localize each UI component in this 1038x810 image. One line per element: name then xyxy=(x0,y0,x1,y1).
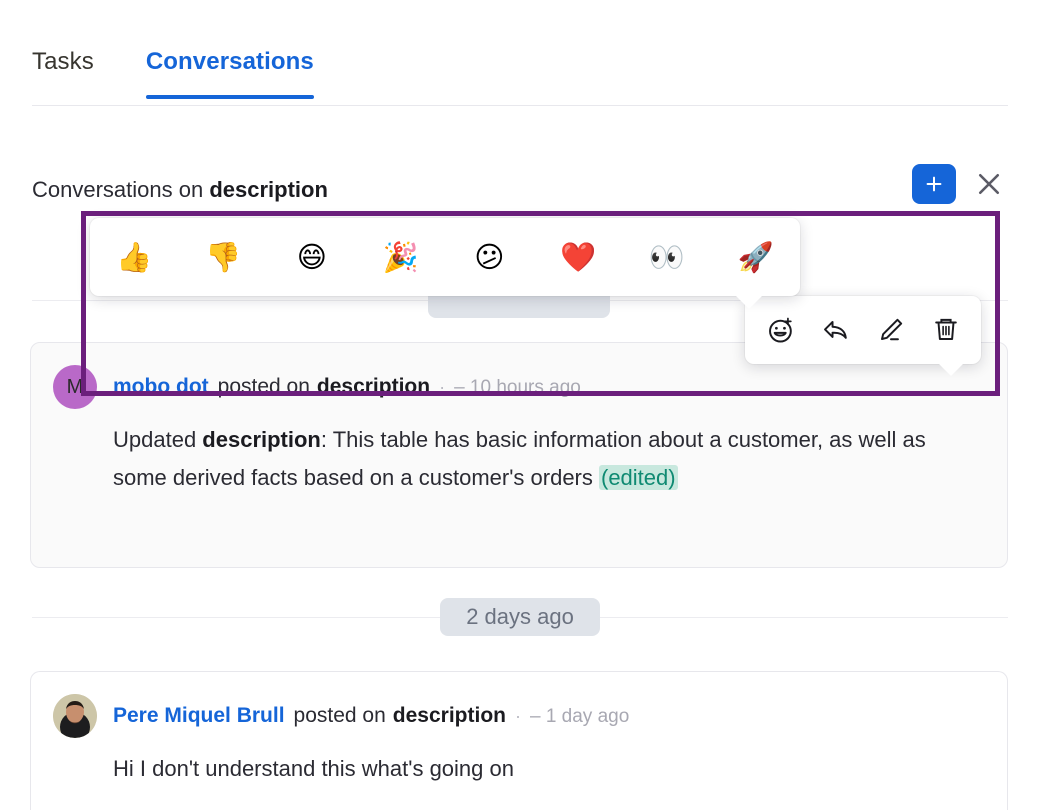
page-title: Conversations on description xyxy=(32,177,328,203)
header-actions xyxy=(912,164,1008,204)
message-timestamp: – 10 hours ago xyxy=(454,377,581,399)
meta-separator: · xyxy=(439,377,445,398)
user-photo-icon xyxy=(53,694,97,738)
message-author[interactable]: Pere Miquel Brull xyxy=(113,704,285,728)
rocket-emoji[interactable]: 🚀 xyxy=(711,218,800,296)
thumbs-down-emoji[interactable]: 👎 xyxy=(179,218,268,296)
message-target: description xyxy=(317,375,430,399)
message-header: Pere Miquel Brull posted on description … xyxy=(31,672,1007,738)
close-panel-button[interactable] xyxy=(970,165,1008,203)
avatar[interactable]: M xyxy=(53,365,97,409)
tab-conversations-label: Conversations xyxy=(146,48,314,75)
reply-icon xyxy=(821,315,851,345)
page-title-prefix: Conversations on xyxy=(32,177,209,202)
avatar[interactable] xyxy=(53,694,97,738)
delete-button[interactable] xyxy=(924,308,968,352)
confused-face-emoji[interactable]: 😕 xyxy=(445,218,534,296)
day-separator: 2 days ago xyxy=(32,598,1008,636)
party-popper-emoji[interactable]: 🎉 xyxy=(356,218,445,296)
edit-icon xyxy=(876,315,906,345)
plus-icon xyxy=(923,173,945,195)
message-body: Updated description: This table has basi… xyxy=(31,409,1007,497)
eyes-emoji[interactable]: 👀 xyxy=(623,218,712,296)
tab-conversations[interactable]: Conversations xyxy=(146,40,314,98)
conversations-panel: Tasks Conversations Conversations on des… xyxy=(0,0,1038,810)
avatar-initial: M xyxy=(67,376,84,399)
message-target: description xyxy=(393,704,506,728)
message-meta: Pere Miquel Brull posted on description … xyxy=(113,704,629,728)
panel-header: Conversations on description xyxy=(32,168,1008,212)
tab-tasks-label: Tasks xyxy=(32,48,94,75)
meta-separator: · xyxy=(515,706,521,727)
message-timestamp: – 1 day ago xyxy=(530,706,629,728)
thumbs-up-emoji[interactable]: 👍 xyxy=(90,218,179,296)
add-reaction-icon xyxy=(766,315,796,345)
message-action-toolbar xyxy=(745,296,981,364)
reply-button[interactable] xyxy=(814,308,858,352)
red-heart-emoji[interactable]: ❤️ xyxy=(534,218,623,296)
delete-icon xyxy=(931,315,961,345)
body-bold: description xyxy=(202,427,321,452)
emoji-picker: 👍 👎 😄 🎉 😕 ❤️ 👀 🚀 xyxy=(90,218,800,296)
message-card: M mobo dot posted on description · – 10 … xyxy=(30,342,1008,568)
message-author[interactable]: mobo dot xyxy=(113,375,209,399)
tab-tasks[interactable]: Tasks xyxy=(32,40,94,98)
edited-badge: (edited) xyxy=(599,465,678,490)
message-action: posted on xyxy=(294,704,386,728)
message-meta: mobo dot posted on description · – 10 ho… xyxy=(113,375,581,399)
grinning-face-emoji[interactable]: 😄 xyxy=(268,218,357,296)
message-action: posted on xyxy=(218,375,310,399)
page-title-target: description xyxy=(209,177,328,202)
add-reaction-button[interactable] xyxy=(759,308,803,352)
message-card: Pere Miquel Brull posted on description … xyxy=(30,671,1008,810)
body-prefix: Updated xyxy=(113,427,202,452)
body-prefix: Hi I don't understand this what's going … xyxy=(113,756,514,781)
tab-bar: Tasks Conversations xyxy=(32,40,1008,106)
message-body: Hi I don't understand this what's going … xyxy=(31,738,1007,788)
edit-button[interactable] xyxy=(869,308,913,352)
add-conversation-button[interactable] xyxy=(912,164,956,204)
day-separator-label: 2 days ago xyxy=(440,598,600,636)
close-icon xyxy=(974,169,1004,199)
